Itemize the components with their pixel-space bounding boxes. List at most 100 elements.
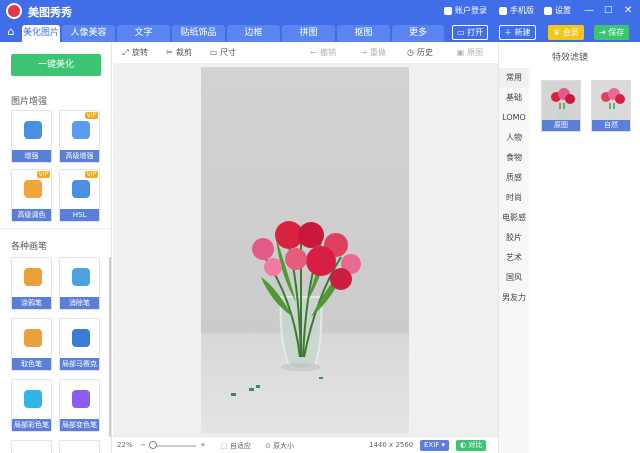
tool-local-color-brush[interactable]: 局部彩色笔 (11, 379, 52, 432)
local-recolor-icon (72, 390, 90, 408)
tool-eraser-brush[interactable]: 消除笔 (59, 257, 100, 310)
tool-local-recolor-brush[interactable]: 局部变色笔 (59, 379, 100, 432)
section-title-brushes: 各种画笔 (11, 242, 48, 252)
account-login-link[interactable]: 账户登录 (444, 5, 487, 16)
tab-borders[interactable]: 边框 (227, 25, 280, 42)
mosaic-icon (72, 329, 90, 347)
tool-hsl[interactable]: VIP HSL (59, 169, 100, 222)
tool-mosaic[interactable]: 局部马赛克 (59, 318, 100, 371)
left-scrollbar[interactable] (109, 257, 111, 437)
phone-version-link[interactable]: 手机版 (499, 5, 534, 16)
eraser-icon (72, 268, 90, 286)
settings-link[interactable]: 设置 (544, 5, 571, 16)
image-dimensions: 1440 x 2560 (369, 441, 414, 449)
history-button[interactable]: ◷ 历史 (406, 47, 433, 58)
undo-button[interactable]: ← 撤销 (309, 47, 336, 58)
actual-size-button[interactable]: ⊙ 原大小 (265, 441, 294, 451)
tab-beautify[interactable]: 美化图片 (22, 25, 60, 42)
filter-thumb-original[interactable]: 原图 (541, 80, 581, 132)
vip-button[interactable]: ♛ 会员 (548, 25, 584, 40)
filter-category-basic[interactable]: 基础 (499, 88, 529, 108)
zoom-level: 22% (117, 441, 133, 449)
one-key-beautify-button[interactable]: 一键美化 (11, 54, 101, 76)
filter-panel-title: 特效滤镜 (551, 53, 588, 63)
hsl-icon (72, 180, 90, 198)
size-button[interactable]: ▭ 尺寸 (209, 47, 236, 58)
left-tool-panel: 一键美化 图片增强 增强 VIP 高级增强 VIP 高级调色 VIP HSL 各… (0, 42, 112, 453)
filter-category-texture[interactable]: 质感 (499, 168, 529, 188)
history-icon: ◷ (407, 48, 414, 57)
tab-text[interactable]: 文字 (117, 25, 170, 42)
crop-icon: ✂ (166, 48, 173, 57)
size-icon: ▭ (209, 48, 218, 57)
tool-enhance[interactable]: 增强 (11, 110, 52, 163)
color-picker-icon (24, 329, 42, 347)
phone-icon (499, 6, 507, 15)
exif-button[interactable]: EXIF ▾ (420, 440, 450, 451)
save-button[interactable]: ⇥ 保存 (594, 25, 630, 40)
app-name: 美图秀秀 (28, 6, 72, 19)
open-button[interactable]: ▭ 打开 (452, 25, 489, 40)
crop-button[interactable]: ✂ 裁剪 (165, 47, 192, 58)
tool-more-1[interactable] (11, 440, 52, 453)
filter-category-chinese[interactable]: 国风 (499, 268, 529, 288)
local-color-icon (24, 390, 42, 408)
undo-icon: ← (310, 48, 317, 57)
close-button[interactable]: ✕ (624, 5, 632, 16)
advanced-color-icon (24, 180, 42, 198)
zoom-slider-handle[interactable] (149, 441, 157, 449)
filter-category-cinematic[interactable]: 电影感 (499, 208, 529, 228)
redo-icon: → (360, 48, 367, 57)
redo-button[interactable]: → 重做 (359, 47, 386, 58)
photo-image (201, 67, 409, 434)
filter-category-film[interactable]: 胶片 (499, 228, 529, 248)
filter-category-art[interactable]: 艺术 (499, 248, 529, 268)
rotate-button[interactable]: ⤢ 旋转 (121, 47, 148, 58)
user-icon (444, 6, 452, 15)
tab-more[interactable]: 更多 (392, 25, 444, 42)
filter-category-boyfriend[interactable]: 男友力 (499, 288, 529, 308)
tab-portrait[interactable]: 人像美容 (62, 25, 115, 42)
zoom-in-button[interactable]: + (200, 441, 206, 449)
status-bar: 22% − + ⬚ 自适应 ⊙ 原大小 1440 x 2560 EXIF ▾ ◐… (113, 436, 498, 453)
advanced-enhance-icon (72, 121, 90, 139)
filter-category-people[interactable]: 人物 (499, 128, 529, 148)
tool-color-picker[interactable]: 取色笔 (11, 318, 52, 371)
tab-collage[interactable]: 拼图 (282, 25, 335, 42)
filter-category-list: 常用 基础 LOMO 人物 食物 质感 时尚 电影感 胶片 艺术 国风 男友力 (499, 68, 529, 453)
tool-more-2[interactable] (59, 440, 100, 453)
compare-button[interactable]: ◐ 对比 (456, 440, 487, 451)
canvas-area (113, 64, 498, 436)
app-logo-icon (6, 3, 22, 19)
vip-badge: VIP (84, 171, 98, 178)
edit-toolbar: ⤢ 旋转 ✂ 裁剪 ▭ 尺寸 ← 撤销 → 重做 ◷ 历史 ▣ 原图 (113, 42, 498, 64)
tool-doodle-brush[interactable]: 涂鸦笔 (11, 257, 52, 310)
filter-category-fashion[interactable]: 时尚 (499, 188, 529, 208)
filter-category-common[interactable]: 常用 (499, 68, 529, 88)
image-icon: ▣ (456, 48, 465, 57)
tool-advanced-enhance[interactable]: VIP 高级增强 (59, 110, 100, 163)
title-bar: 美图秀秀 账户登录 手机版 设置 — □ ✕ (0, 0, 640, 22)
maximize-button[interactable]: □ (604, 5, 613, 15)
tab-cutout[interactable]: 抠图 (337, 25, 390, 42)
filter-thumb-natural[interactable]: 自然 (591, 80, 631, 132)
vip-badge: VIP (84, 112, 98, 119)
home-icon[interactable]: ⌂ (4, 25, 18, 39)
tab-stickers[interactable]: 贴纸饰品 (172, 25, 225, 42)
fit-button[interactable]: ⬚ 自适应 (221, 441, 251, 451)
flower-vase-photo[interactable] (201, 67, 409, 434)
zoom-out-button[interactable]: − (140, 441, 146, 449)
section-divider (0, 228, 111, 229)
new-button[interactable]: ＋ 新建 (499, 25, 536, 40)
doodle-brush-icon (24, 268, 42, 286)
tool-advanced-color[interactable]: VIP 高级调色 (11, 169, 52, 222)
main-nav: ⌂ 美化图片 人像美容 文字 贴纸饰品 边框 拼图 抠图 ▭ 打开 ＋ 新建 ♛… (0, 22, 640, 42)
original-button[interactable]: ▣ 原图 (456, 47, 483, 58)
minimize-button[interactable]: — (584, 5, 594, 16)
gear-icon (544, 6, 552, 15)
filter-panel: 特效滤镜 常用 基础 LOMO 人物 食物 质感 时尚 电影感 胶片 艺术 国风… (498, 42, 640, 453)
filter-category-lomo[interactable]: LOMO (499, 108, 529, 128)
filter-category-food[interactable]: 食物 (499, 148, 529, 168)
rotate-icon: ⤢ (122, 48, 129, 57)
section-title-enhance: 图片增强 (11, 97, 48, 107)
